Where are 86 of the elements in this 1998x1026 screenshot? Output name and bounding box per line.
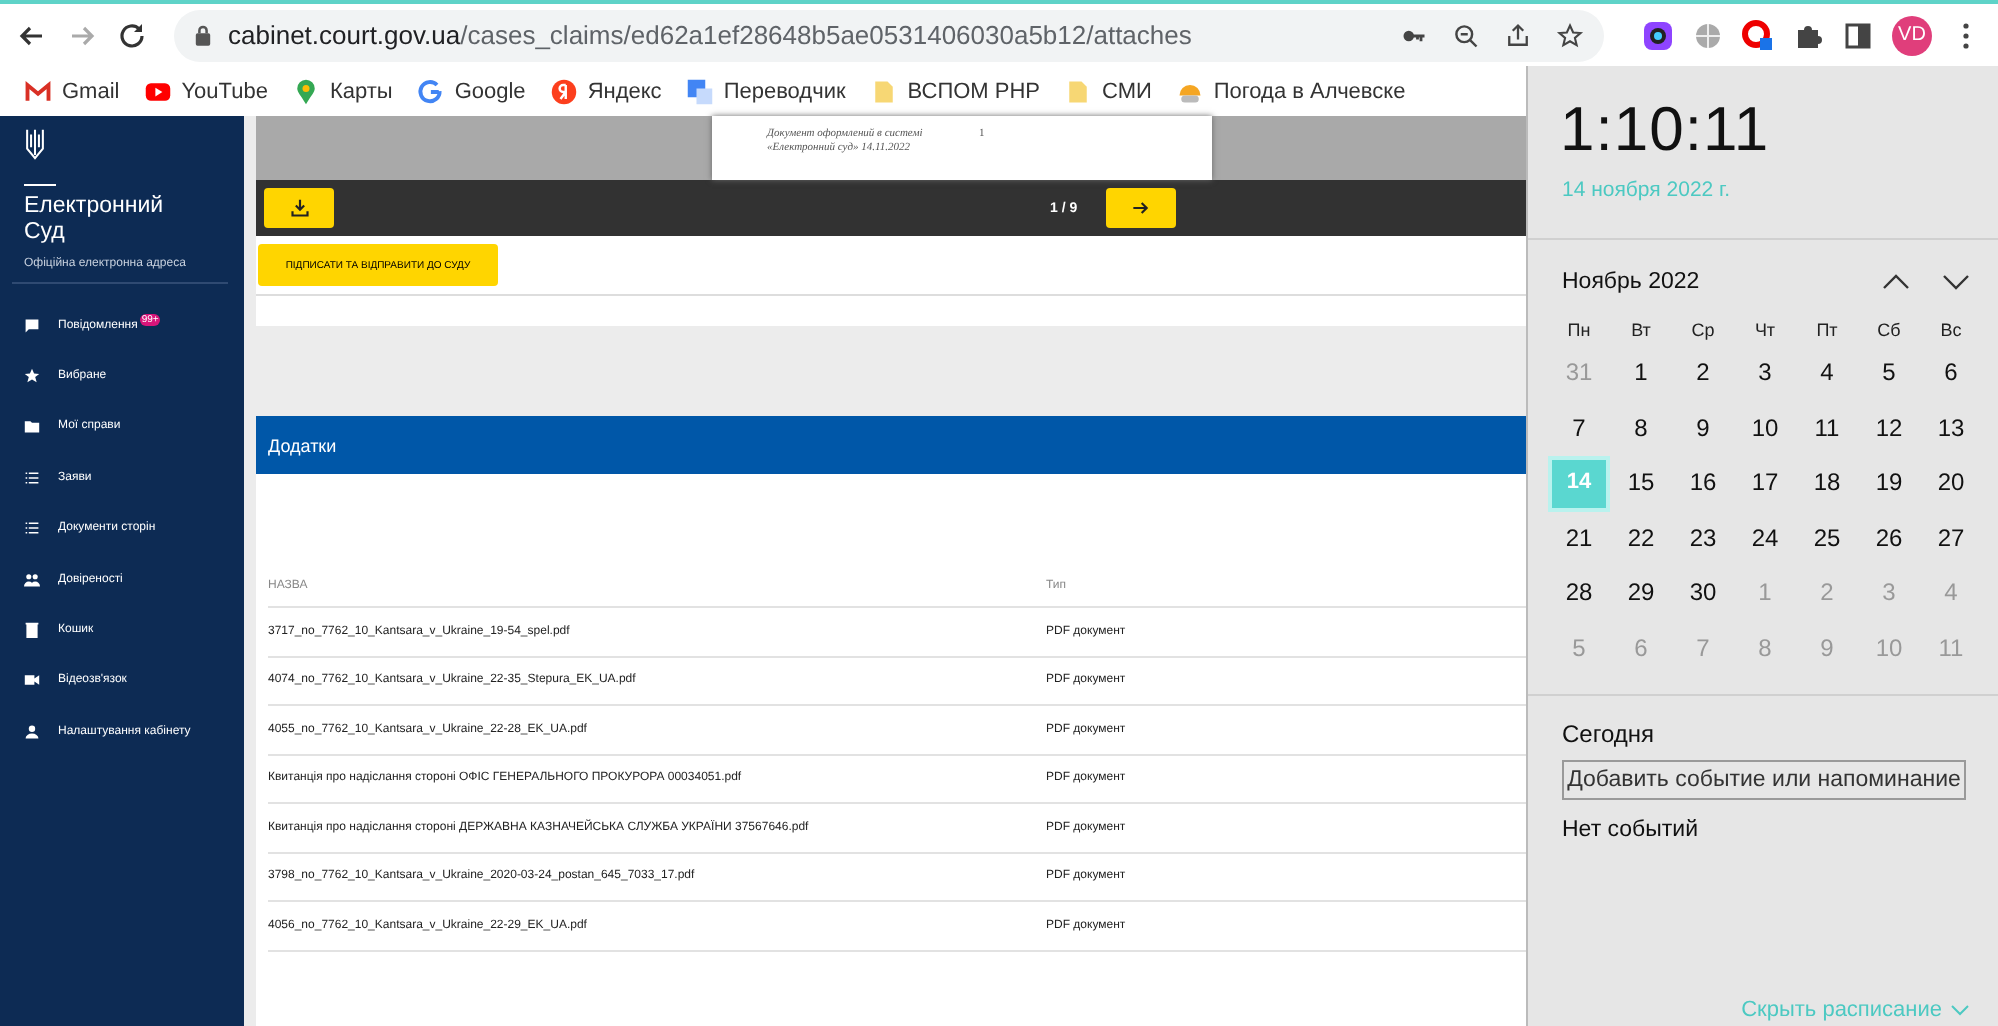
- calendar-day[interactable]: 4: [1796, 346, 1858, 402]
- weekday-label: Вс: [1938, 318, 1964, 344]
- chevron-down-icon: [1950, 1004, 1970, 1016]
- bookmark[interactable]: ВСПОМ РНР: [869, 77, 1040, 105]
- calendar-day[interactable]: 19: [1858, 456, 1920, 512]
- sidebar-icon: [24, 672, 40, 689]
- calendar-day[interactable]: 15: [1610, 456, 1672, 512]
- bookmark[interactable]: Google: [416, 77, 526, 105]
- sidebar-icon: [24, 571, 40, 588]
- clock-time: 1:10:11: [1560, 94, 1772, 166]
- weekday-label: Ср: [1689, 318, 1717, 344]
- weekday-label: Чт: [1752, 318, 1778, 344]
- next-month-icon[interactable]: [1942, 272, 1970, 292]
- bookmark[interactable]: СМИ: [1064, 77, 1152, 105]
- sidebar-icon: [24, 317, 40, 334]
- calendar-day[interactable]: 6: [1920, 346, 1982, 402]
- section-header: Додатки: [256, 416, 1526, 474]
- folder-icon: [1064, 77, 1092, 105]
- zoom-out-icon[interactable]: [1452, 21, 1480, 49]
- calendar-day[interactable]: 29: [1610, 566, 1672, 622]
- month-title[interactable]: Ноябрь 2022: [1562, 270, 1700, 294]
- app-title: Електронний Суд: [24, 194, 166, 246]
- calendar-day[interactable]: 24: [1734, 511, 1796, 567]
- sidebar-icon: [24, 469, 40, 486]
- bookmark[interactable]: Карты: [291, 77, 393, 105]
- folder-icon: [869, 77, 898, 105]
- translate-icon: [685, 77, 714, 105]
- next-page-button[interactable]: [1105, 188, 1176, 228]
- calendar-day[interactable]: 26: [1858, 511, 1920, 567]
- calendar-day[interactable]: 11: [1796, 401, 1858, 457]
- calendar-day[interactable]: 10: [1734, 401, 1796, 457]
- calendar-day[interactable]: 18: [1796, 456, 1858, 512]
- bookmark[interactable]: Погода в Алчевске: [1175, 77, 1406, 105]
- trident-icon: [24, 124, 46, 164]
- bookmark[interactable]: Яндекс: [549, 77, 662, 105]
- calendar-day[interactable]: 13: [1920, 401, 1982, 457]
- sidebar-icon: [24, 368, 40, 385]
- side-panel-icon[interactable]: [1842, 19, 1874, 51]
- download-button[interactable]: [264, 188, 334, 228]
- arrow-right-icon: [1130, 198, 1151, 218]
- extension-icon[interactable]: [1642, 19, 1674, 51]
- map-pin-icon: [291, 77, 320, 105]
- calendar-day[interactable]: 17: [1734, 456, 1796, 512]
- sidebar-icon: [24, 723, 40, 740]
- lock-icon[interactable]: [194, 24, 212, 46]
- google-icon: [416, 77, 445, 105]
- weekday-label: Вт: [1629, 318, 1653, 344]
- calendar-day[interactable]: 9: [1672, 401, 1734, 457]
- calendar-day[interactable]: 30: [1672, 566, 1734, 622]
- reload-icon[interactable]: [116, 19, 148, 51]
- calendar-day[interactable]: 20: [1920, 456, 1982, 512]
- calendar-day[interactable]: 27: [1920, 511, 1982, 567]
- calendar-day[interactable]: 7: [1548, 401, 1610, 457]
- section-title: Сегодня: [1562, 719, 1656, 748]
- calendar-day[interactable]: 23: [1672, 511, 1734, 567]
- no-events-text: Нет событий: [1562, 817, 1701, 842]
- calendar-day[interactable]: 8: [1610, 401, 1672, 457]
- yandex-icon: [549, 77, 578, 105]
- download-icon: [289, 198, 309, 218]
- calendar-day[interactable]: 2: [1672, 346, 1734, 402]
- sidebar-icon: [24, 418, 40, 435]
- calendar-day[interactable]: 1: [1610, 346, 1672, 402]
- weekday-label: Пн: [1565, 318, 1593, 344]
- calendar-day[interactable]: 22: [1610, 511, 1672, 567]
- calendar-day[interactable]: 25: [1796, 511, 1858, 567]
- sidebar-icon: [24, 622, 40, 639]
- bookmark[interactable]: Переводчик: [685, 77, 846, 105]
- profile-avatar[interactable]: VD: [1892, 15, 1932, 55]
- previous-month-icon[interactable]: [1882, 272, 1910, 292]
- calendar-day[interactable]: 3: [1734, 346, 1796, 402]
- calendar-day[interactable]: 12: [1858, 401, 1920, 457]
- mail-icon: [24, 77, 52, 105]
- bookmark[interactable]: Gmail: [24, 77, 120, 105]
- weekday-label: Пт: [1814, 318, 1840, 344]
- add-event-field[interactable]: Добавить событие или напоминание: [1562, 759, 1966, 800]
- address-bar[interactable]: cabinet.court.gov.ua/cases_claims/ed62a1ef28648b5ae0531406030a5b12/attaches: [174, 9, 1604, 61]
- calendar-day[interactable]: 16: [1672, 456, 1734, 512]
- calendar-day[interactable]: 28: [1548, 566, 1610, 622]
- calendar-day[interactable]: 21: [1548, 511, 1610, 567]
- weekday-label: Сб: [1875, 318, 1903, 344]
- calendar-day[interactable]: 5: [1858, 346, 1920, 402]
- sidebar-icon: [24, 520, 40, 537]
- share-icon[interactable]: [1504, 21, 1532, 49]
- play-icon: [143, 77, 172, 105]
- star-icon[interactable]: [1556, 21, 1584, 49]
- bookmark[interactable]: YouTube: [143, 77, 268, 105]
